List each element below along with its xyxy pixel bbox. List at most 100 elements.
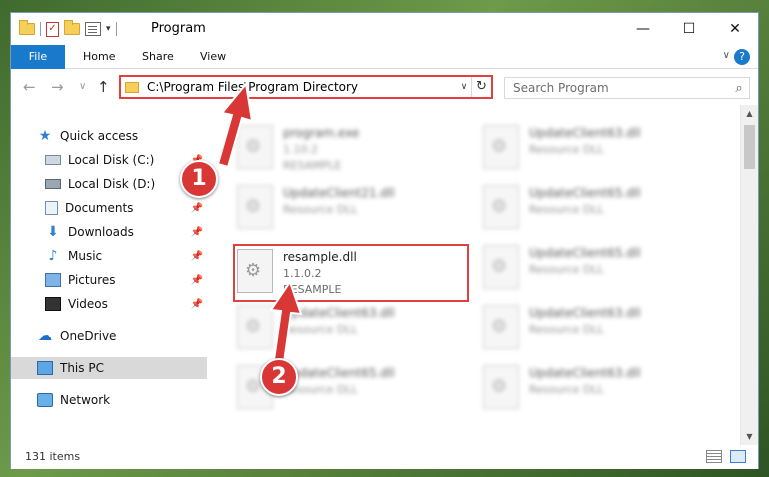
details-view-icon[interactable]	[706, 450, 722, 463]
address-dropdown-icon[interactable]: ∨	[457, 82, 471, 92]
sidebar-item-pictures[interactable]: Pictures 📌	[11, 269, 207, 291]
sidebar-item-label: Pictures	[68, 273, 116, 287]
sidebar-item-local-disk-c[interactable]: Local Disk (C:) 📌	[11, 149, 207, 171]
sidebar-item-label: Music	[68, 249, 103, 263]
dll-file-icon	[483, 305, 519, 349]
large-icons-view-icon[interactable]	[730, 450, 746, 463]
maximize-button[interactable]: ☐	[666, 13, 712, 45]
toolbar-separator	[115, 22, 117, 36]
file-description: Resource DLL	[529, 143, 604, 156]
ribbon-tabs: File Home Share View ∨ ?	[11, 45, 758, 69]
file-item[interactable]: program.exe 1.10.2 RESAMPLE	[237, 121, 477, 175]
pin-icon: 📌	[190, 202, 203, 214]
sidebar-item-documents[interactable]: Documents 📌	[11, 197, 207, 219]
step-2-badge: 2	[260, 358, 298, 396]
tab-view[interactable]: View	[188, 45, 238, 69]
step-1-badge: 1	[180, 160, 218, 198]
file-description: Resource DLL	[283, 383, 358, 396]
sidebar-item-label: Local Disk (D:)	[68, 177, 156, 191]
downloads-icon: ⬇	[47, 224, 59, 240]
tab-file[interactable]: File	[11, 45, 65, 69]
file-highlight-box	[233, 244, 469, 302]
recent-locations-icon[interactable]: ∨	[79, 81, 86, 92]
vertical-scrollbar[interactable]: ▲ ▼	[740, 105, 758, 445]
minimize-button[interactable]: —	[620, 13, 666, 45]
file-name: UpdateClient63.dll	[529, 366, 641, 380]
exe-file-icon	[237, 125, 273, 169]
back-arrow-icon[interactable]: ←	[23, 78, 36, 96]
file-name: UpdateClient63.dll	[283, 306, 395, 320]
sidebar-item-label: Quick access	[60, 129, 139, 143]
pin-icon: 📌	[190, 274, 203, 286]
file-description: Resource DLL	[529, 203, 604, 216]
sidebar-item-music[interactable]: ♪ Music 📌	[11, 245, 207, 267]
drive-icon	[45, 155, 61, 165]
address-bar[interactable]: C:\Program Files\Program Directory ∨ ↻	[119, 75, 493, 99]
sidebar-item-videos[interactable]: Videos 📌	[11, 293, 207, 315]
item-count: 131 items	[25, 450, 81, 463]
search-placeholder: Search Program	[513, 81, 609, 95]
file-description: Resource DLL	[529, 263, 604, 276]
videos-icon	[45, 297, 61, 311]
scroll-thumb[interactable]	[744, 125, 755, 169]
sidebar-item-local-disk-d[interactable]: Local Disk (D:) 📌	[11, 173, 207, 195]
pin-icon: 📌	[190, 250, 203, 262]
pictures-icon	[45, 273, 61, 287]
search-icon[interactable]: ⌕	[729, 81, 749, 96]
tab-home[interactable]: Home	[71, 45, 127, 69]
refresh-icon[interactable]: ↻	[471, 77, 491, 97]
sidebar-item-label: OneDrive	[60, 329, 117, 343]
close-button[interactable]: ✕	[712, 13, 758, 45]
up-arrow-icon[interactable]: ↑	[97, 78, 110, 96]
dll-file-icon	[237, 305, 273, 349]
expand-ribbon-icon[interactable]: ∨	[723, 50, 730, 61]
sidebar-item-network[interactable]: Network	[11, 389, 207, 411]
address-path[interactable]: C:\Program Files\Program Directory	[147, 80, 457, 94]
window-controls: — ☐ ✕	[620, 13, 758, 45]
file-name: UpdateClient21.dll	[283, 186, 395, 200]
file-item[interactable]: UpdateClient63.dll Resource DLL	[483, 301, 723, 355]
documents-icon	[45, 201, 58, 215]
file-description: Resource DLL	[529, 383, 604, 396]
dll-file-icon	[483, 365, 519, 409]
explorer-window: ✓ ▾ Program — ☐ ✕ File Home Share View ∨…	[10, 12, 759, 469]
file-item[interactable]: UpdateClient21.dll Resource DLL	[237, 181, 477, 235]
dll-file-icon	[483, 185, 519, 229]
file-name: UpdateClient65.dll	[529, 186, 641, 200]
star-icon: ★	[38, 128, 52, 144]
customize-icon[interactable]	[85, 22, 101, 36]
file-item[interactable]: UpdateClient65.dll Resource DLL	[483, 241, 723, 295]
file-item[interactable]: UpdateClient63.dll Resource DLL	[237, 301, 477, 355]
sidebar-item-label: This PC	[60, 361, 104, 375]
forward-arrow-icon[interactable]: →	[51, 78, 64, 96]
file-version: 1.10.2	[283, 143, 318, 156]
window-title: Program	[151, 21, 206, 36]
sidebar-item-label: Videos	[68, 297, 108, 311]
drive-icon	[45, 179, 61, 189]
dll-file-icon	[483, 125, 519, 169]
onedrive-icon: ☁	[38, 328, 52, 344]
sidebar-item-this-pc[interactable]: This PC	[11, 357, 207, 379]
file-name: UpdateClient63.dll	[529, 306, 641, 320]
new-folder-icon[interactable]	[64, 20, 80, 35]
sidebar-item-onedrive[interactable]: ☁ OneDrive	[11, 325, 207, 347]
network-icon	[37, 393, 53, 407]
scroll-down-icon[interactable]: ▼	[741, 428, 758, 445]
file-item[interactable]: UpdateClient63.dll Resource DLL	[483, 361, 723, 415]
sidebar-item-downloads[interactable]: ⬇ Downloads 📌	[11, 221, 207, 243]
help-icon[interactable]: ?	[734, 49, 750, 65]
sidebar-item-label: Downloads	[68, 225, 134, 239]
scroll-up-icon[interactable]: ▲	[741, 105, 758, 122]
file-item[interactable]: UpdateClient65.dll Resource DLL	[483, 181, 723, 235]
qat-dropdown-icon[interactable]: ▾	[106, 24, 111, 34]
dll-file-icon	[237, 185, 273, 229]
status-bar: 131 items	[11, 445, 758, 469]
file-item[interactable]: UpdateClient63.dll Resource DLL	[483, 121, 723, 175]
tab-share[interactable]: Share	[130, 45, 186, 69]
pin-icon: 📌	[190, 226, 203, 238]
sidebar-item-quick-access[interactable]: ★ Quick access	[11, 125, 207, 147]
file-name: program.exe	[283, 126, 360, 140]
folder-icon	[19, 20, 35, 35]
search-input[interactable]: Search Program ⌕	[504, 77, 750, 99]
properties-check-icon[interactable]: ✓	[46, 21, 59, 37]
